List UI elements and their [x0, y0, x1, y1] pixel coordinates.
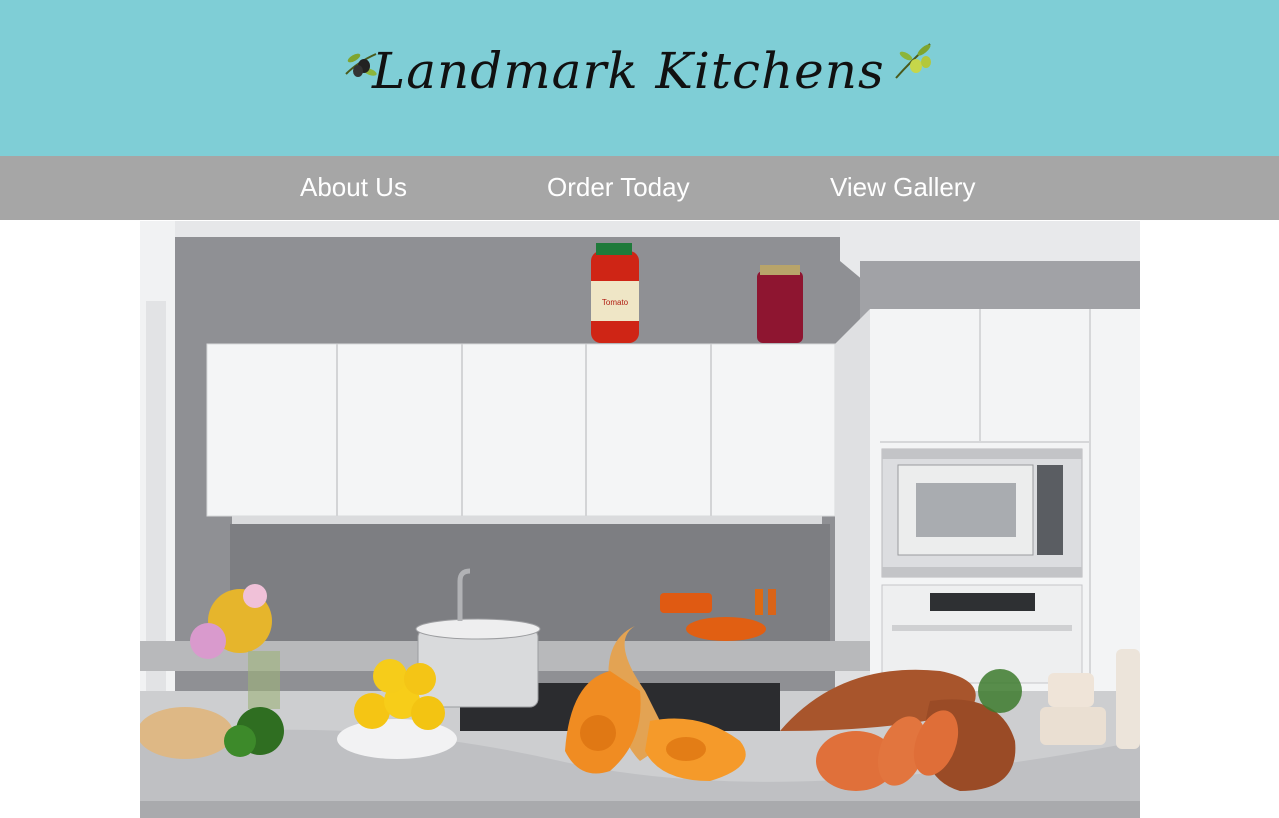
- hero-kitchen-image: Tomato: [140, 221, 1140, 818]
- logo-wordmark: Landmark Kitchens: [372, 42, 885, 100]
- site-header: Landmark Kitchens: [0, 0, 1279, 156]
- nav-view-gallery[interactable]: View Gallery: [830, 156, 975, 220]
- main-nav: About Us Order Today View Gallery: [0, 156, 1279, 220]
- nav-order-today[interactable]: Order Today: [547, 156, 690, 220]
- olive-branch-right-icon: [895, 43, 931, 79]
- jar-label-text: Tomato: [602, 298, 629, 307]
- nav-about-us[interactable]: About Us: [300, 156, 407, 220]
- site-logo[interactable]: Landmark Kitchens: [340, 36, 940, 106]
